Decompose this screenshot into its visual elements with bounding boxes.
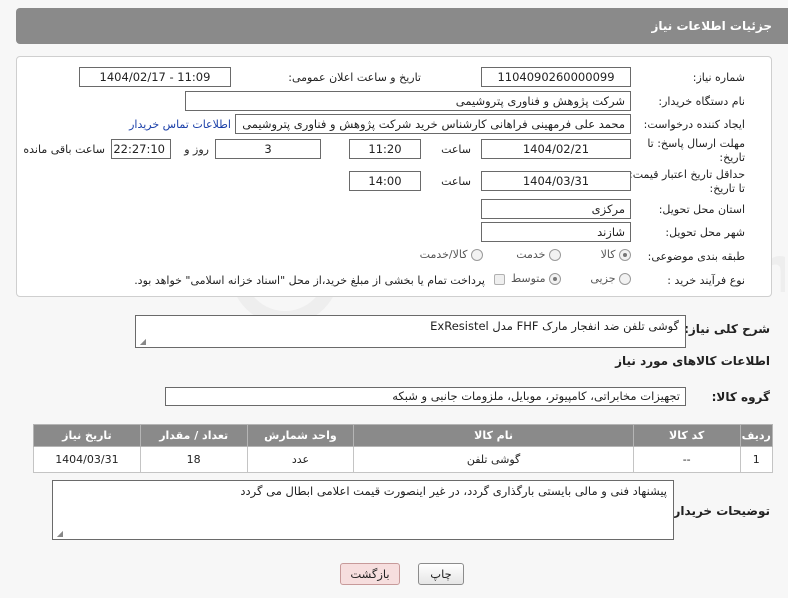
cell-row: 1 [739, 446, 774, 473]
category-radio-service[interactable]: خدمت [516, 248, 561, 261]
deadline-time-field: 11:20 [349, 139, 421, 159]
need-number-label: شماره نیاز: [692, 71, 745, 84]
remaining-time-field: 22:27:10 [111, 139, 171, 159]
deadline-date-field: 1404/02/21 [481, 139, 631, 159]
description-textarea[interactable]: گوشی تلفن ضد انفجار مارک FHF مدل ExResis… [135, 315, 686, 348]
need-info-panel: شماره نیاز: 1104090260000099 تاریخ و ساع… [16, 56, 772, 297]
category-option-both: کالا/خدمت [419, 248, 468, 261]
remaining-label: ساعت باقی مانده [23, 143, 105, 156]
resize-grip-icon[interactable]: ◢ [138, 338, 146, 346]
category-radio-goods[interactable]: کالا [601, 248, 631, 261]
creator-label: ایجاد کننده درخواست: [643, 118, 745, 131]
radio-icon[interactable] [471, 249, 483, 261]
print-button[interactable]: چاپ [418, 563, 464, 585]
days-label: روز و [184, 143, 209, 156]
cell-date: 1404/03/31 [33, 446, 141, 473]
col-header-unit: واحد شمارش [246, 424, 355, 447]
col-header-qty: تعداد / مقدار [139, 424, 248, 447]
creator-field: محمد علی فرمهینی فراهانی کارشناس خرید شر… [235, 114, 631, 134]
col-header-row: ردیف [739, 424, 774, 447]
payment-checkbox-wrap[interactable] [494, 272, 505, 285]
payment-note: پرداخت تمام یا بخشی از مبلغ خرید،از محل … [134, 274, 485, 287]
city-field: شازند [481, 222, 631, 242]
buyer-contact-link[interactable]: اطلاعات تماس خریدار [129, 118, 231, 131]
validity-time-field: 14:00 [349, 171, 421, 191]
need-number-field: 1104090260000099 [481, 67, 631, 87]
description-label: شرح کلی نیاز: [684, 322, 770, 336]
category-label: طبقه بندی موضوعی: [647, 250, 745, 263]
days-field: 3 [215, 139, 321, 159]
validity-hour-label: ساعت [441, 175, 471, 188]
table-row: 1 -- گوشی تلفن عدد 18 1404/03/31 [33, 446, 774, 473]
validity-date-field: 1404/03/31 [481, 171, 631, 191]
process-radio-medium[interactable]: متوسط [511, 272, 561, 285]
checkbox-icon[interactable] [494, 273, 505, 285]
goods-group-field: تجهیزات مخابراتی، کامپیوتر، موبایل، ملزو… [165, 387, 686, 406]
cell-unit: عدد [246, 446, 355, 473]
radio-icon[interactable] [619, 273, 631, 285]
radio-icon[interactable] [549, 249, 561, 261]
process-option-minor: جزیی [590, 272, 616, 285]
buyer-org-field: شرکت پژوهش و فناوری پتروشیمی [185, 91, 631, 111]
announce-label: تاریخ و ساعت اعلان عمومی: [288, 71, 421, 84]
page-header: جزئیات اطلاعات نیاز [16, 8, 788, 44]
city-label: شهر محل تحویل: [665, 226, 745, 239]
goods-section-title: اطلاعات کالاهای مورد نیاز [615, 354, 770, 368]
deadline-label-2: تاریخ: [719, 151, 745, 164]
radio-selected-icon[interactable] [549, 273, 561, 285]
province-field: مرکزی [481, 199, 631, 219]
province-label: استان محل تحویل: [658, 203, 745, 216]
page-title: جزئیات اطلاعات نیاز [651, 19, 772, 33]
description-text: گوشی تلفن ضد انفجار مارک FHF مدل ExResis… [430, 319, 679, 333]
deadline-label-1: مهلت ارسال پاسخ: تا [647, 137, 745, 150]
category-option-service: خدمت [516, 248, 546, 261]
cell-qty: 18 [139, 446, 248, 473]
category-radio-both[interactable]: کالا/خدمت [420, 248, 483, 261]
cell-code: -- [632, 446, 741, 473]
col-header-name: نام کالا [353, 424, 634, 447]
deadline-hour-label: ساعت [441, 143, 471, 156]
buyer-org-label: نام دستگاه خریدار: [658, 95, 745, 108]
cell-name: گوشی تلفن [353, 446, 634, 473]
process-option-medium: متوسط [510, 272, 546, 285]
resize-grip-icon[interactable]: ◢ [55, 530, 63, 538]
process-label: نوع فرآیند خرید : [667, 274, 745, 287]
buyer-notes-textarea[interactable]: پیشنهاد فنی و مالی بایستی بارگذاری گردد،… [52, 480, 674, 540]
validity-label-1: حداقل تاریخ اعتبار قیمت: [629, 168, 745, 181]
goods-table-header: ردیف کد کالا نام کالا واحد شمارش تعداد /… [33, 424, 774, 447]
announce-field: 1404/02/17 - 11:09 [79, 67, 231, 87]
col-header-date: تاریخ نیاز [33, 424, 141, 447]
goods-table: ردیف کد کالا نام کالا واحد شمارش تعداد /… [33, 424, 774, 473]
process-radio-minor[interactable]: جزیی [590, 272, 631, 285]
category-option-goods: کالا [600, 248, 616, 261]
back-button[interactable]: بازگشت [340, 563, 400, 585]
buyer-notes-text: پیشنهاد فنی و مالی بایستی بارگذاری گردد،… [240, 484, 667, 498]
goods-group-label: گروه کالا: [711, 390, 770, 404]
col-header-code: کد کالا [632, 424, 741, 447]
buyer-notes-label: توضیحات خریدار: [668, 504, 770, 518]
radio-selected-icon[interactable] [619, 249, 631, 261]
validity-label-2: تا تاریخ: [709, 182, 745, 195]
